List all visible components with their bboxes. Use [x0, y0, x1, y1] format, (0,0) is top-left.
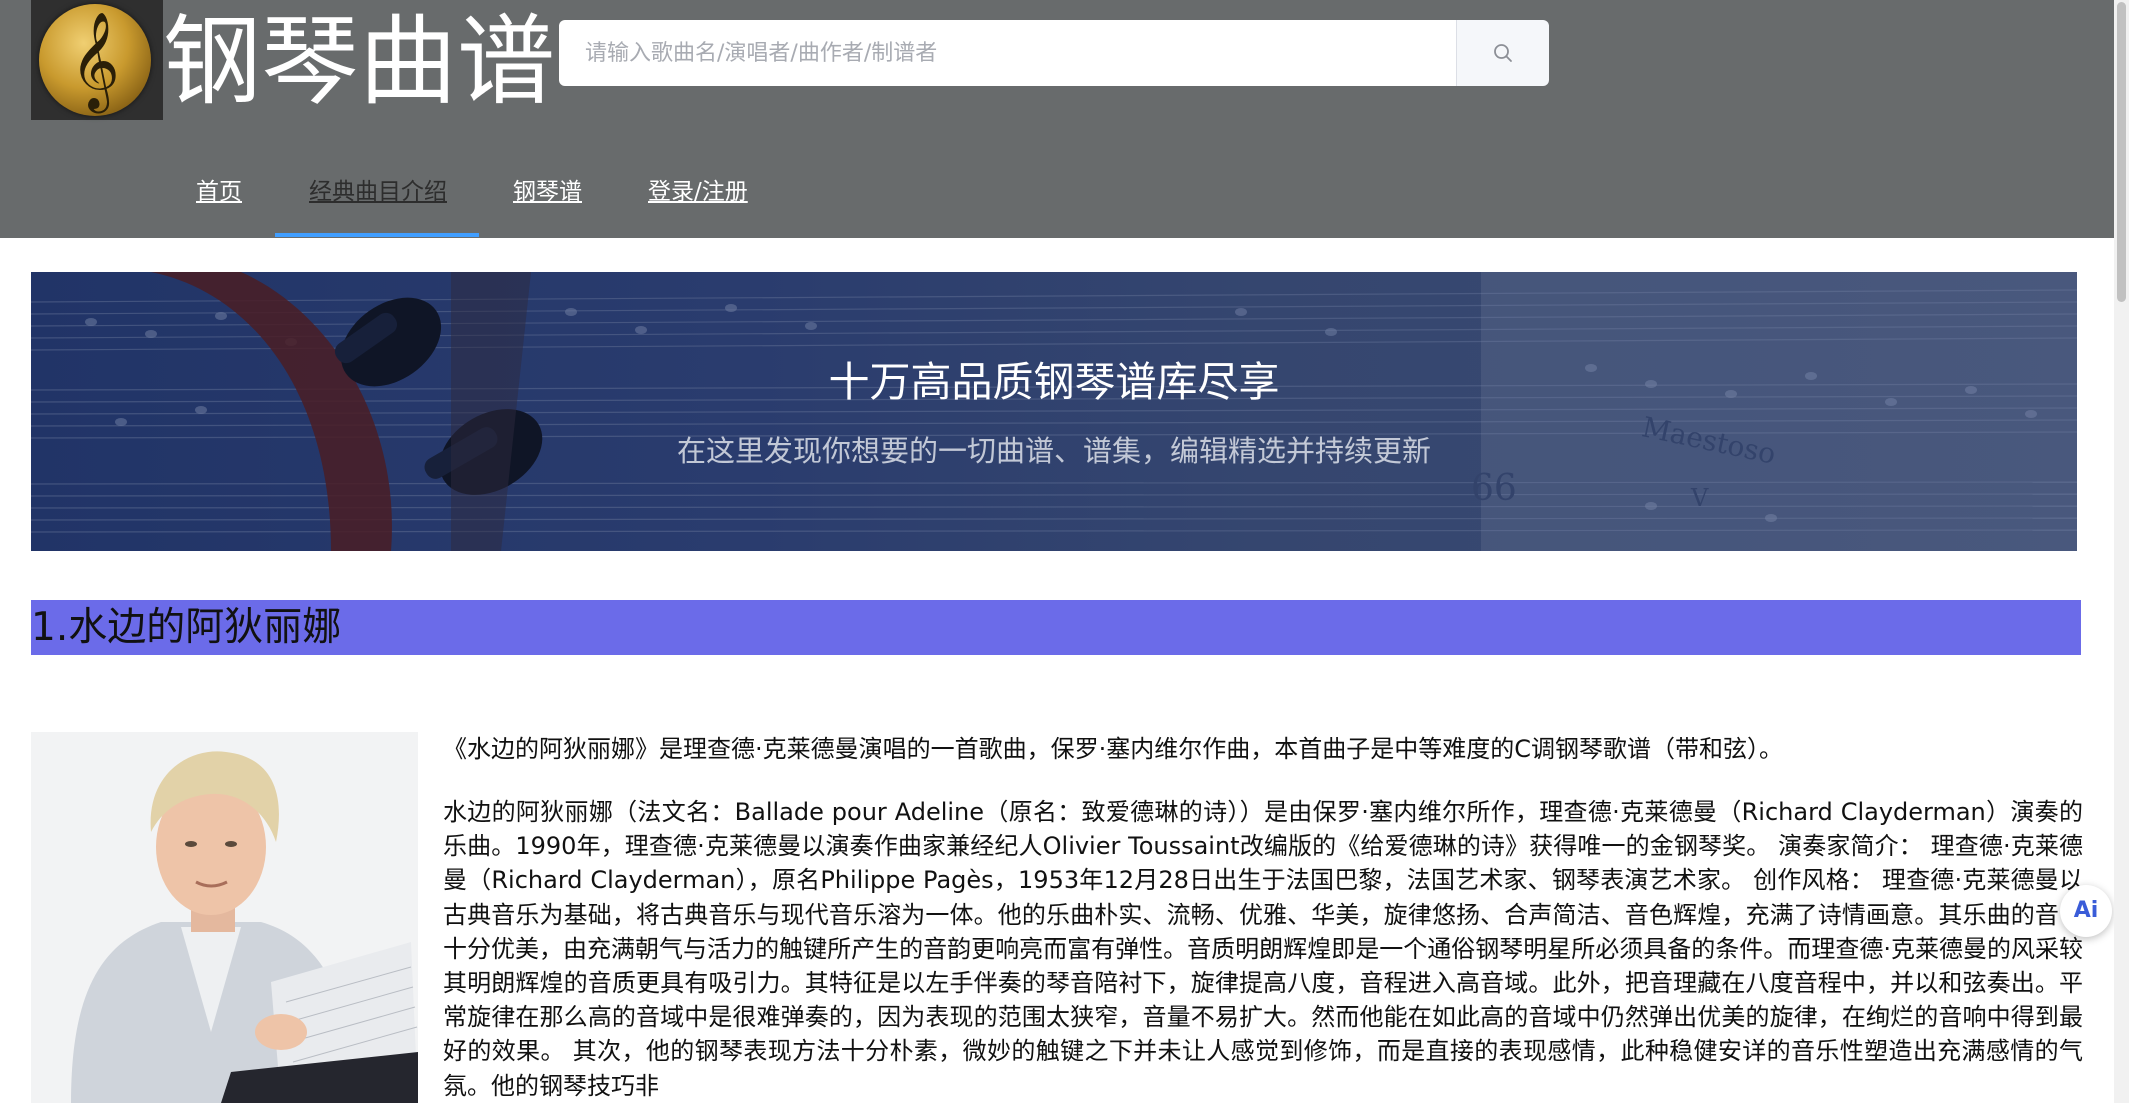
sheet-music-background	[31, 272, 2077, 551]
treble-clef-icon: 𝄞	[39, 4, 151, 116]
banner-subtitle: 在这里发现你想要的一切曲谱、谱集，编辑精选并持续更新	[676, 434, 1431, 468]
search-input[interactable]	[559, 20, 1456, 86]
site-logo[interactable]: 𝄞	[31, 0, 163, 120]
artist-photo	[31, 732, 418, 1103]
logo-glyph: 𝄞	[70, 11, 120, 109]
nav-active-indicator	[275, 233, 479, 237]
banner-title: 十万高品质钢琴谱库尽享	[828, 358, 1280, 406]
song-intro-text: 《水边的阿狄丽娜》是理查德·克莱德曼演唱的一首歌曲，保罗·塞内维尔作曲，本首曲子…	[443, 735, 1784, 763]
nav-home[interactable]: 首页	[196, 158, 242, 238]
nav-classic-intro[interactable]: 经典曲目介绍	[309, 158, 447, 238]
search-bar	[559, 20, 1549, 86]
scrollbar-thumb[interactable]	[2117, 2, 2126, 302]
artist-portrait-image	[31, 732, 418, 1103]
score-number-text: 66	[1471, 468, 1517, 509]
ai-assistant-button[interactable]: Ai	[2060, 885, 2112, 937]
nav-piano-scores[interactable]: 钢琴谱	[513, 158, 582, 238]
search-icon	[1494, 44, 1512, 62]
page-scrollbar[interactable]	[2114, 0, 2129, 1103]
site-title: 钢琴曲谱	[163, 5, 556, 119]
hero-banner: Maestoso 66 V 十万高品质钢琴谱库尽享 在这里发现你想要的一切曲谱、…	[31, 272, 2077, 551]
section-heading: 1.水边的阿狄丽娜	[31, 600, 2081, 655]
search-button[interactable]	[1456, 20, 1549, 86]
song-description-text: 水边的阿狄丽娜（法文名：Ballade pour Adeline（原名：致爱德琳…	[443, 798, 2083, 1100]
score-v-text: V	[1691, 484, 1709, 512]
ai-assistant-icon: Ai	[2073, 898, 2099, 923]
nav-login-register[interactable]: 登录/注册	[648, 158, 748, 238]
site-header: 𝄞 钢琴曲谱 首页 经典曲目介绍 钢琴谱 登录/注册	[0, 0, 2114, 238]
